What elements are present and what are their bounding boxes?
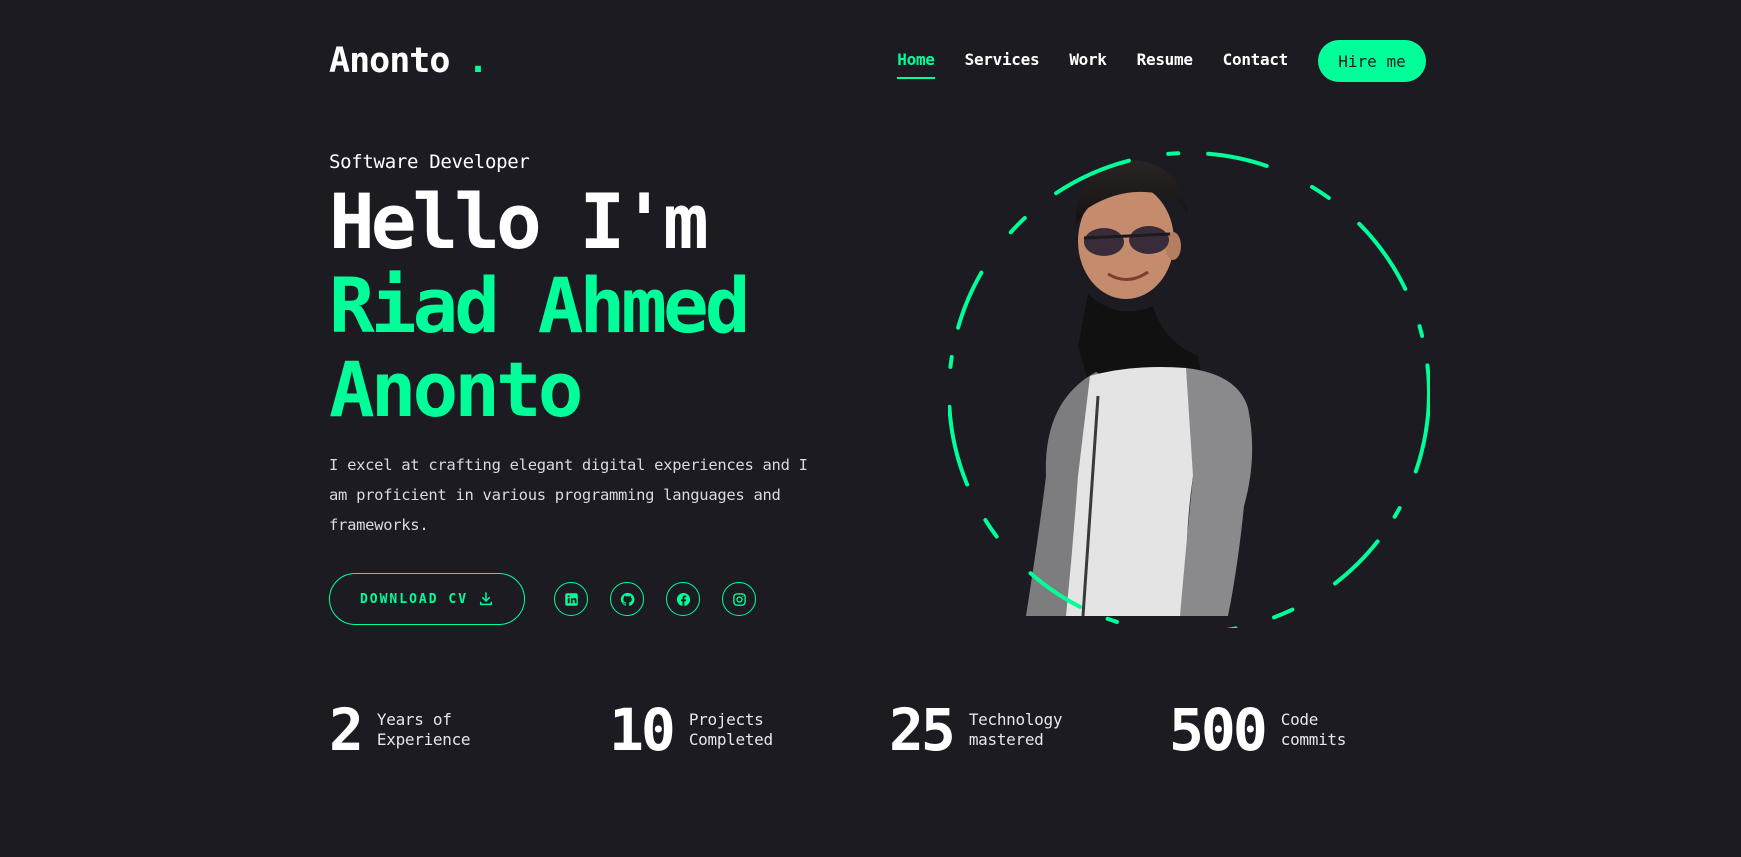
greeting-line: Hello I'm xyxy=(329,177,709,266)
stat-label: Technology mastered xyxy=(968,710,1063,749)
logo-dot: . xyxy=(467,41,488,81)
instagram-link[interactable] xyxy=(722,582,756,616)
download-cv-button[interactable]: DOWNLOAD CV xyxy=(329,573,525,625)
main-nav: Home Services Work Resume Contact Hire m… xyxy=(867,40,1426,82)
github-icon xyxy=(620,592,634,606)
site-header: Anonto. Home Services Work Resume Contac… xyxy=(329,40,1426,82)
linkedin-icon xyxy=(564,592,578,606)
instagram-icon xyxy=(732,592,746,606)
download-icon xyxy=(479,592,493,606)
stat-commits: 500 Code commits xyxy=(1169,700,1391,760)
name-line-1: Riad Ahmed xyxy=(329,261,751,350)
logo[interactable]: Anonto. xyxy=(329,41,489,81)
linkedin-link[interactable] xyxy=(554,582,588,616)
stat-value: 10 xyxy=(609,696,676,764)
name-line-2: Anonto xyxy=(329,345,584,434)
stats-section: 2 Years of Experience 10 Projects Comple… xyxy=(329,700,1426,760)
profile-photo-area xyxy=(948,146,1430,628)
stat-technology: 25 Technology mastered xyxy=(889,700,1079,760)
stat-label: Projects Completed xyxy=(688,710,773,749)
nav-resume[interactable]: Resume xyxy=(1137,50,1193,73)
stat-label: Code commits xyxy=(1280,710,1347,749)
profile-illustration xyxy=(948,151,1430,628)
social-links xyxy=(554,582,778,616)
download-cv-label: DOWNLOAD CV xyxy=(359,591,469,607)
nav-home[interactable]: Home xyxy=(897,50,935,79)
stat-experience: 2 Years of Experience xyxy=(329,700,487,760)
facebook-link[interactable] xyxy=(666,582,700,616)
stat-projects: 10 Projects Completed xyxy=(609,700,799,760)
github-link[interactable] xyxy=(610,582,644,616)
facebook-icon xyxy=(676,592,690,606)
stat-value: 500 xyxy=(1169,696,1268,764)
hire-me-button[interactable]: Hire me xyxy=(1318,40,1426,82)
stat-value: 2 xyxy=(329,696,364,764)
profile-photo xyxy=(1026,160,1253,617)
logo-text: Anonto xyxy=(329,41,450,81)
hero-headline: Hello I'm Riad Ahmed Anonto xyxy=(329,177,751,434)
intro-paragraph: I excel at crafting elegant digital expe… xyxy=(329,456,808,534)
stat-value: 25 xyxy=(889,696,956,764)
nav-work[interactable]: Work xyxy=(1069,50,1107,73)
role-subtitle: Software Developer xyxy=(329,151,530,173)
nav-services[interactable]: Services xyxy=(965,50,1040,73)
stat-label: Years of Experience xyxy=(376,710,471,749)
nav-contact[interactable]: Contact xyxy=(1223,50,1289,73)
